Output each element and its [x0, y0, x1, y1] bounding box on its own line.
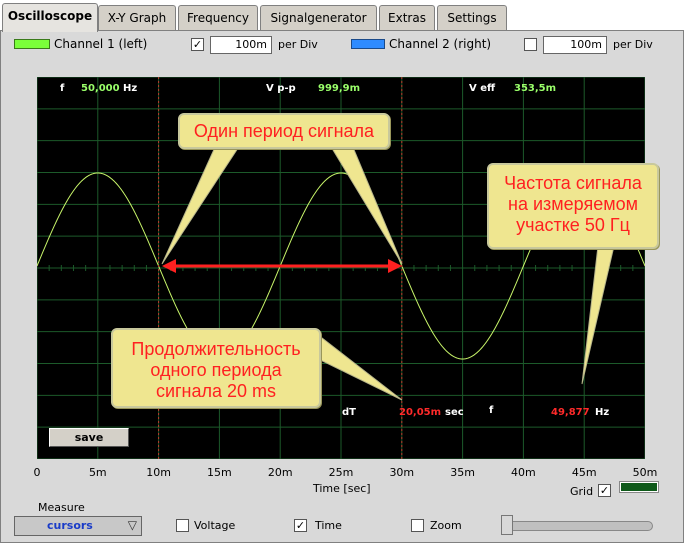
- x-tick-label: 45m: [571, 466, 597, 479]
- period-span-arrow: [162, 259, 402, 273]
- frequency-callout-line-1: Частота сигнала: [504, 173, 642, 193]
- grid-checkbox[interactable]: ✓: [598, 484, 611, 497]
- x-tick-label: 0: [33, 466, 41, 479]
- duration-callout: Продолжительность одного периода сигнала…: [111, 328, 321, 408]
- measure-mode-dropdown[interactable]: cursors ▽: [14, 516, 142, 536]
- zoom-label: Zoom: [430, 519, 462, 532]
- measure-title: Measure: [38, 501, 85, 514]
- period-callout-pointer-right: [329, 144, 403, 265]
- period-callout-pointer-left: [161, 144, 241, 265]
- x-tick-label: 35m: [450, 466, 475, 479]
- x-tick-label: 20m: [267, 466, 293, 479]
- frequency-callout-pointer: [581, 245, 615, 385]
- grid-label: Grid: [570, 485, 594, 498]
- measure-mode-value: cursors: [47, 519, 93, 532]
- x-tick-label: 50m: [632, 466, 658, 479]
- chevron-down-icon: ▽: [127, 518, 137, 532]
- frequency-callout-line-2: на измеряемом: [508, 194, 638, 214]
- period-callout: Один период сигнала: [178, 113, 390, 149]
- grid-color-swatch[interactable]: [619, 481, 659, 493]
- zoom-slider-track[interactable]: [503, 521, 653, 531]
- voltage-checkbox[interactable]: [176, 519, 189, 532]
- duration-callout-line-1: Продолжительность: [131, 339, 301, 359]
- tab-oscilloscope[interactable]: Oscilloscope: [2, 3, 98, 32]
- zoom-checkbox[interactable]: [411, 519, 424, 532]
- x-tick-label: 40m: [511, 466, 536, 479]
- x-tick-label: 5m: [88, 466, 107, 479]
- time-checkbox[interactable]: ✓: [294, 519, 307, 532]
- duration-callout-line-3: сигнала 20 ms: [155, 381, 277, 401]
- x-tick-label: 25m: [328, 466, 354, 479]
- x-tick-label: 10m: [146, 466, 171, 479]
- x-tick-label: 15m: [207, 466, 232, 479]
- x-tick-label: 30m: [389, 466, 415, 479]
- time-label: Time: [315, 519, 342, 532]
- duration-callout-line-2: одного периода: [150, 360, 282, 380]
- annotation-overlay: [161, 144, 615, 401]
- voltage-label: Voltage: [194, 519, 236, 532]
- zoom-slider-thumb[interactable]: [501, 515, 513, 535]
- x-axis-label: Time [sec]: [313, 482, 371, 495]
- frequency-callout-line-3: участке 50 Гц: [516, 215, 630, 235]
- frequency-callout: Частота сигнала на измеряемом участке 50…: [487, 163, 659, 249]
